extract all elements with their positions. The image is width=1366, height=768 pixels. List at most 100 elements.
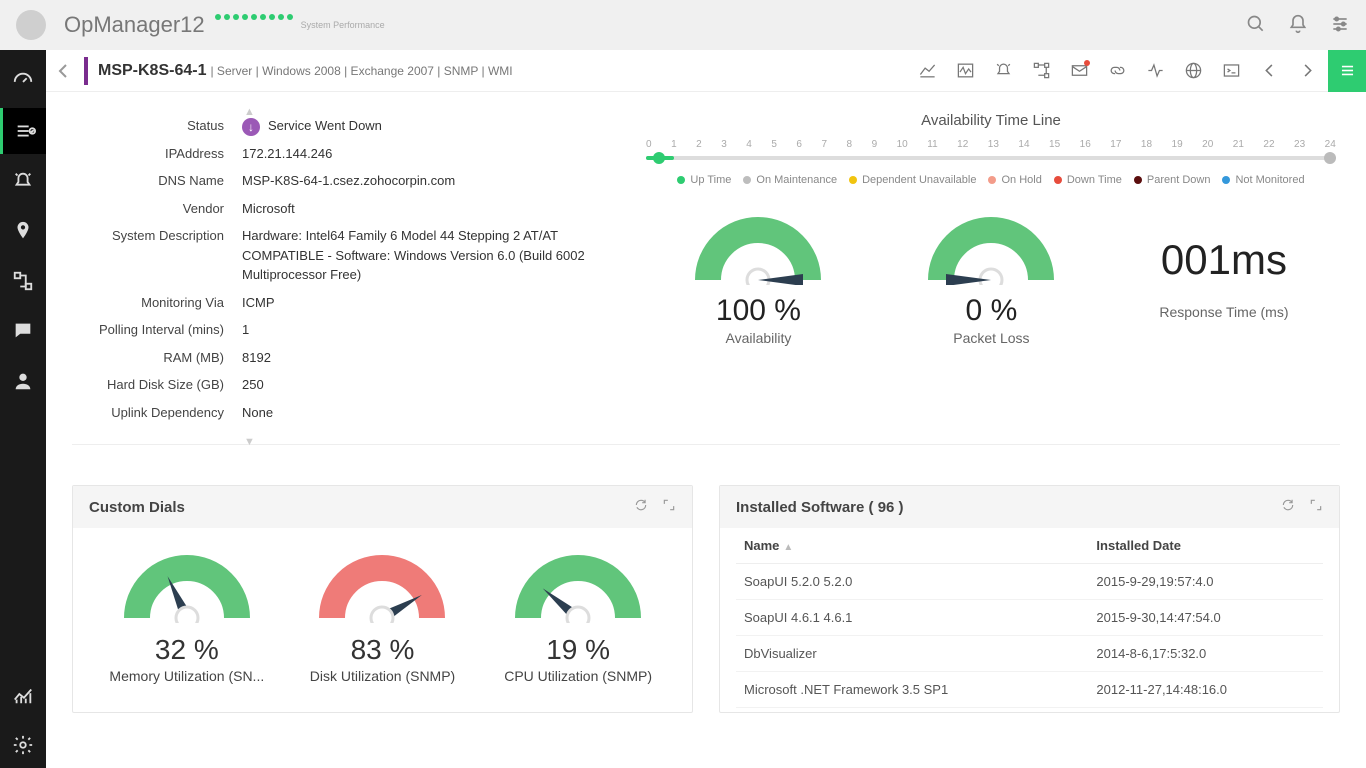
legend-item: Dependent Unavailable (849, 174, 976, 186)
timeline-tick: 1 (671, 139, 677, 150)
performance-dots-icon (215, 14, 293, 20)
col-header-name[interactable]: Name▲ (736, 528, 1088, 564)
value-description: Hardware: Intel64 Family 6 Model 44 Step… (242, 226, 622, 285)
sidebar-item-chat[interactable] (0, 308, 46, 354)
response-time-label: Response Time (ms) (1159, 304, 1288, 320)
device-header: MSP-K8S-64-1 | Server | Windows 2008 | E… (46, 50, 1366, 92)
timeline-tick: 18 (1141, 139, 1152, 150)
card-custom-dials: Custom Dials 32 %Memory Utilization (SN.… (72, 485, 693, 713)
sidebar (0, 50, 46, 768)
sort-indicator-icon: ▲ (783, 542, 793, 553)
availability-legend: Up TimeOn MaintenanceDependent Unavailab… (642, 174, 1340, 186)
accent-bar (84, 57, 88, 85)
label-uplink: Uplink Dependency (72, 403, 242, 423)
legend-item: Up Time (677, 174, 731, 186)
refresh-icon[interactable] (634, 498, 648, 516)
timeline-track[interactable] (646, 156, 1336, 160)
table-row[interactable]: Microsoft .NET Framework 3.5 SP12012-11-… (736, 672, 1323, 708)
timeline-tick: 3 (721, 139, 727, 150)
timeline-tick: 9 (872, 139, 878, 150)
label-dns: DNS Name (72, 171, 242, 191)
timeline-tick: 21 (1233, 139, 1244, 150)
sidebar-item-settings[interactable] (0, 722, 46, 768)
sidebar-item-inventory[interactable] (0, 108, 46, 154)
legend-item: On Hold (988, 174, 1041, 186)
expand-icon[interactable] (662, 498, 676, 516)
table-row[interactable]: SoapUI 5.2.0 5.2.02015-9-29,19:57:4.0 (736, 564, 1323, 600)
globe-icon[interactable] (1176, 54, 1210, 88)
cell-date: 2012-11-27,14:48:16.0 (1088, 672, 1323, 708)
table-row[interactable]: DbVisualizer2014-8-6,17:5:32.0 (736, 636, 1323, 672)
activity-icon[interactable] (1138, 54, 1172, 88)
cell-name: DbVisualizer (736, 636, 1088, 672)
label-monitoring: Monitoring Via (72, 293, 242, 313)
sidebar-item-alarms[interactable] (0, 158, 46, 204)
timeline-tick: 11 (927, 139, 937, 150)
expand-icon[interactable] (1309, 498, 1323, 516)
software-table: Name▲ Installed Date SoapUI 5.2.0 5.2.02… (736, 528, 1323, 708)
top-bar: OpManager12 System Performance (0, 0, 1366, 50)
card-title-custom-dials: Custom Dials (89, 499, 185, 516)
terminal-icon[interactable] (1214, 54, 1248, 88)
bell-icon[interactable] (1288, 14, 1308, 37)
legend-item: Not Monitored (1222, 174, 1304, 186)
timeline-tick: 15 (1049, 139, 1060, 150)
cell-date: 2015-9-29,19:57:4.0 (1088, 564, 1323, 600)
timeline-handle-end[interactable] (1324, 152, 1336, 164)
back-button[interactable] (46, 50, 80, 92)
collapse-up-icon[interactable]: ▲ (244, 106, 255, 118)
content-area: ▲ Status↓Service Went Down IPAddress172.… (46, 92, 1366, 768)
settings-sliders-icon[interactable] (1330, 14, 1350, 37)
gauge-packet-loss-value: 0 % (926, 294, 1056, 328)
prev-device-button[interactable] (1252, 54, 1286, 88)
chart-area-icon[interactable] (910, 54, 944, 88)
workflow-icon[interactable] (1024, 54, 1058, 88)
dial: 83 %Disk Utilization (SNMP) (287, 548, 477, 684)
col-header-date[interactable]: Installed Date (1088, 528, 1323, 564)
pulse-chart-icon[interactable] (948, 54, 982, 88)
cell-name: SoapUI 5.2.0 5.2.0 (736, 564, 1088, 600)
dial-label: CPU Utilization (SNMP) (483, 668, 673, 684)
device-facts: Status↓Service Went Down IPAddress172.21… (72, 112, 622, 426)
label-hdd: Hard Disk Size (GB) (72, 375, 242, 395)
timeline-tick: 23 (1294, 139, 1305, 150)
timeline-tick: 5 (771, 139, 777, 150)
arrow-down-circle-icon: ↓ (242, 118, 260, 136)
label-status: Status (72, 116, 242, 136)
dial-value: 83 % (287, 634, 477, 666)
timeline-tick: 13 (988, 139, 999, 150)
hamburger-menu-button[interactable] (1328, 50, 1366, 92)
timeline-tick: 10 (897, 139, 908, 150)
value-polling: 1 (242, 320, 622, 340)
gauge-packet-loss-label: Packet Loss (926, 330, 1056, 346)
mail-icon[interactable] (1062, 54, 1096, 88)
table-row[interactable]: SoapUI 4.6.1 4.6.12015-9-30,14:47:54.0 (736, 600, 1323, 636)
value-ip: 172.21.144.246 (242, 144, 622, 164)
refresh-icon[interactable] (1281, 498, 1295, 516)
sidebar-item-user[interactable] (0, 358, 46, 404)
sidebar-item-dashboard[interactable] (0, 58, 46, 104)
gauge-availability-label: Availability (693, 330, 823, 346)
collapse-down-icon[interactable]: ▼ (244, 436, 255, 448)
label-ram: RAM (MB) (72, 348, 242, 368)
dial: 32 %Memory Utilization (SN... (92, 548, 282, 684)
search-icon[interactable] (1246, 14, 1266, 37)
timeline-tick: 20 (1202, 139, 1213, 150)
gauge-availability-value: 100 % (693, 294, 823, 328)
timeline-tick: 22 (1263, 139, 1274, 150)
timeline-handle-start[interactable] (653, 152, 665, 164)
value-status: ↓Service Went Down (242, 116, 622, 136)
availability-panel: Availability Time Line 01234567891011121… (642, 112, 1340, 426)
alarm-icon[interactable] (986, 54, 1020, 88)
timeline-tick: 14 (1018, 139, 1029, 150)
next-device-button[interactable] (1290, 54, 1324, 88)
sidebar-item-reports[interactable] (0, 672, 46, 718)
cell-date: 2014-8-6,17:5:32.0 (1088, 636, 1323, 672)
gauge-availability: 100 % Availability (693, 210, 823, 346)
avatar[interactable] (16, 10, 46, 40)
link-icon[interactable] (1100, 54, 1134, 88)
sidebar-item-workflow[interactable] (0, 258, 46, 304)
timeline-tick: 19 (1172, 139, 1183, 150)
sidebar-item-maps[interactable] (0, 208, 46, 254)
value-vendor: Microsoft (242, 199, 622, 219)
